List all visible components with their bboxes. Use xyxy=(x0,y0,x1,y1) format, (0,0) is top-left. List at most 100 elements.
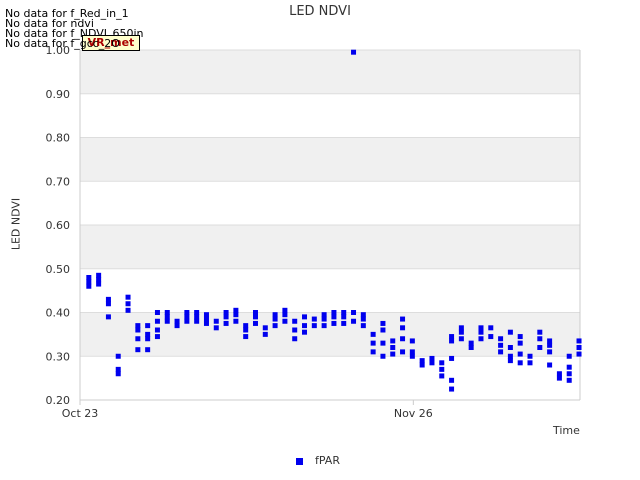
data-point xyxy=(478,325,484,331)
data-point xyxy=(105,301,111,307)
data-point xyxy=(154,334,160,340)
data-point xyxy=(537,336,543,342)
data-point xyxy=(145,347,151,353)
data-point xyxy=(135,327,141,333)
data-point xyxy=(292,318,298,324)
data-point xyxy=(135,347,141,353)
data-point xyxy=(252,310,258,315)
x-axis-ticks: Oct 23 Nov 26 xyxy=(62,400,433,420)
data-point xyxy=(547,349,553,355)
data-point xyxy=(262,331,268,337)
data-point xyxy=(400,316,406,322)
data-point xyxy=(174,323,180,329)
data-point xyxy=(292,327,298,333)
data-point xyxy=(351,49,357,55)
data-point xyxy=(547,338,553,344)
y-axis-label: LED NDVI xyxy=(9,197,23,251)
chart-svg: 0.200.300.400.500.600.700.800.901.00 Oct… xyxy=(46,44,582,420)
y-axis-ticks: 0.200.300.400.500.600.700.800.901.00 xyxy=(46,44,71,407)
plot-band xyxy=(80,137,580,182)
data-point xyxy=(468,340,474,346)
data-point xyxy=(223,320,229,326)
data-point xyxy=(360,323,366,329)
data-point xyxy=(380,340,386,346)
data-point xyxy=(419,358,425,364)
y-tick-label: 0.40 xyxy=(46,307,71,320)
data-point xyxy=(96,277,102,283)
data-point xyxy=(203,312,209,318)
data-point xyxy=(527,353,533,359)
data-point xyxy=(468,345,474,350)
data-point xyxy=(537,345,543,350)
data-point xyxy=(351,310,357,315)
data-point xyxy=(360,312,366,318)
data-point xyxy=(321,312,327,318)
data-point xyxy=(566,353,572,359)
data-point xyxy=(341,310,347,315)
data-point xyxy=(86,275,92,280)
plot-band xyxy=(80,225,580,269)
data-point xyxy=(86,279,92,285)
data-point xyxy=(203,320,209,326)
data-point xyxy=(174,318,180,324)
data-point xyxy=(517,334,523,340)
data-point xyxy=(321,316,327,322)
data-point xyxy=(233,307,239,313)
data-point xyxy=(184,318,190,324)
data-point xyxy=(400,336,406,342)
x-tick-label: Oct 23 xyxy=(62,407,99,420)
data-point xyxy=(135,323,141,329)
y-tick-label: 0.60 xyxy=(46,219,71,232)
data-point xyxy=(439,366,445,372)
legend-label: fPAR xyxy=(315,454,340,467)
data-point xyxy=(566,364,572,370)
x-axis-label: Time xyxy=(553,424,580,437)
data-point xyxy=(252,320,258,326)
data-point xyxy=(233,318,239,324)
data-point xyxy=(370,340,376,346)
data-point xyxy=(223,314,229,320)
data-point xyxy=(115,366,121,372)
data-point xyxy=(262,325,268,331)
data-point xyxy=(419,362,425,368)
y-tick-label: 0.90 xyxy=(46,88,71,101)
data-point xyxy=(547,342,553,348)
data-point xyxy=(390,351,396,357)
data-point xyxy=(429,360,435,366)
data-point xyxy=(154,318,160,324)
data-point xyxy=(498,342,504,348)
data-point xyxy=(498,336,504,342)
data-point xyxy=(272,312,278,318)
data-point xyxy=(115,371,121,377)
data-point xyxy=(321,323,327,329)
data-point xyxy=(478,336,484,342)
data-point xyxy=(203,316,209,322)
legend: fPAR xyxy=(296,454,340,467)
data-point xyxy=(488,334,494,340)
data-point xyxy=(547,362,553,368)
data-point xyxy=(449,377,455,383)
data-point xyxy=(194,314,200,320)
data-point xyxy=(380,327,386,333)
data-point xyxy=(96,281,102,287)
data-point xyxy=(370,331,376,337)
data-point xyxy=(145,323,151,329)
y-tick-label: 0.30 xyxy=(46,350,71,363)
data-point xyxy=(576,338,582,344)
y-tick-label: 0.20 xyxy=(46,394,71,407)
data-point xyxy=(556,375,562,381)
chart-title: LED NDVI xyxy=(289,4,351,19)
data-point xyxy=(527,360,533,366)
data-point xyxy=(184,310,190,315)
data-point xyxy=(311,316,317,322)
data-point xyxy=(164,310,170,315)
data-point xyxy=(243,327,249,333)
data-point xyxy=(537,329,543,335)
data-point xyxy=(341,320,347,326)
data-point xyxy=(517,340,523,346)
y-tick-label: 0.70 xyxy=(46,175,71,188)
data-point xyxy=(370,349,376,355)
data-point xyxy=(449,338,455,344)
data-point xyxy=(556,371,562,377)
data-point xyxy=(566,377,572,383)
